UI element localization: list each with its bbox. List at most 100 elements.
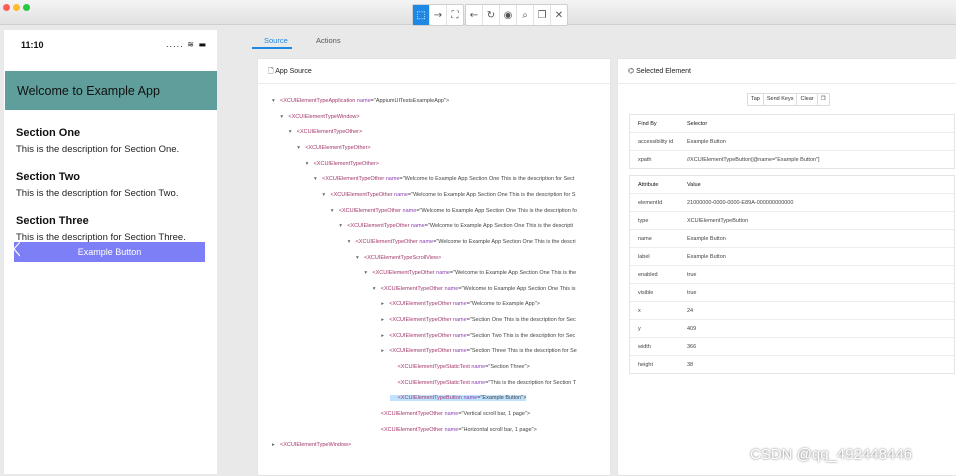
status-icons: ..... ≋ ▬ (165, 40, 207, 49)
node-attr-name: name (356, 98, 371, 104)
back-icon[interactable]: ← (466, 5, 483, 25)
device-screen: 11:10 ..... ≋ ▬ Welcome to Example App S… (4, 30, 217, 474)
watermark: CSDN @qq_492448446 (750, 446, 913, 463)
close-window-button[interactable] (3, 4, 10, 11)
cell-value: 21000000-0000-0000-E89A-000000000000 (687, 200, 794, 206)
source-tree-node[interactable]: ▸ <XCUIElementTypeOther name="Section One… (381, 317, 576, 323)
copy-icon[interactable]: ❐ (534, 5, 551, 25)
section-one-title[interactable]: Section One (16, 127, 80, 139)
node-attr-value: ="Welcome to Example App Section One Thi… (424, 223, 574, 230)
source-tree-node[interactable]: <XCUIElementTypeOther name="Horizontal s… (373, 427, 537, 433)
zoom-window-button[interactable] (23, 4, 30, 11)
refresh-icon[interactable]: ↻ (483, 5, 500, 25)
selection-marker-icon (14, 242, 20, 257)
source-tree-node[interactable]: ▾ <XCUIElementTypeOther name="Welcome to … (331, 208, 577, 214)
cell-key: height (638, 362, 653, 368)
copy-attributes-icon[interactable]: ❐ (818, 94, 829, 105)
tap-button[interactable]: Tap (748, 94, 764, 105)
chevron-right-icon[interactable]: ▸ (381, 348, 389, 354)
node-attr-value: ="Vertical scroll bar, 1 page"> (458, 411, 531, 417)
source-tree-node[interactable]: ▸ <XCUIElementTypeOther name="Welcome to … (381, 301, 540, 307)
cell-value: Example Button (687, 236, 726, 242)
tag-icon: ⌬ (628, 68, 637, 75)
cell-value: 38 (687, 362, 694, 368)
chevron-down-icon[interactable]: ▾ (348, 239, 356, 245)
chevron-right-icon[interactable]: ▸ (381, 301, 389, 307)
cell-value: Value (687, 182, 701, 188)
node-attr-value: ="Section Three"> (485, 364, 530, 371)
send-keys-button[interactable]: Send Keys (764, 94, 798, 105)
source-tree-node[interactable]: ▾ <XCUIElementTypeOther name="Welcome to … (348, 239, 576, 245)
app-source-title: 🗋 App Source (268, 68, 312, 75)
source-tree-node[interactable]: ▾ <XCUIElementTypeOther> (297, 145, 370, 151)
node-tag: <XCUIElementTypeOther (372, 270, 435, 277)
section-three-title[interactable]: Section Three (16, 215, 89, 227)
source-tree-node[interactable]: ▾ <XCUIElementTypeOther> (289, 129, 362, 135)
source-tree-node[interactable]: ▾ <XCUIElementTypeApplication name="Appiu… (272, 98, 449, 104)
table-row: width 366 (630, 338, 954, 356)
cell-key: x (638, 308, 641, 314)
cell-key: type (638, 218, 649, 224)
table-row: type XCUIElementTypeButton (630, 212, 954, 230)
close-icon[interactable]: ✕ (551, 5, 567, 25)
node-tag: <XCUIElementTypeOther> (305, 144, 371, 151)
tab-source[interactable]: Source (264, 36, 288, 45)
source-tree-node[interactable]: ▾ <XCUIElementTypeOther name="Welcome to … (314, 176, 574, 182)
select-icon[interactable]: ⬚ (413, 5, 430, 25)
chevron-down-icon[interactable]: ▾ (289, 129, 297, 135)
node-tag: <XCUIElementTypeStaticText (397, 379, 470, 386)
source-tree-node[interactable]: <XCUIElementTypeStaticText name="Section… (390, 364, 530, 370)
source-tree-node[interactable]: ▸ <XCUIElementTypeWindow> (272, 442, 351, 448)
chevron-down-icon[interactable]: ▾ (339, 223, 347, 229)
chevron-down-icon[interactable]: ▾ (306, 161, 314, 167)
node-attr-name: name (444, 426, 459, 433)
node-tag: <XCUIElementTypeButton (397, 395, 462, 402)
node-attr-value: ="Horizontal scroll bar, 1 page"> (458, 426, 537, 433)
minimize-window-button[interactable] (13, 4, 20, 11)
chevron-down-icon[interactable]: ▾ (297, 145, 305, 151)
node-tag: <XCUIElementTypeApplication (280, 98, 356, 104)
source-tree-node[interactable]: ▸ <XCUIElementTypeOther name="Section Two… (381, 333, 575, 339)
chevron-right-icon[interactable]: ▸ (381, 317, 389, 323)
node-tag: <XCUIElementTypeOther (330, 191, 393, 198)
source-tree-node[interactable]: <XCUIElementTypeStaticText name="This is… (390, 380, 577, 386)
table-row: name Example Button (630, 230, 954, 248)
table-row: label Example Button (630, 248, 954, 266)
source-tree-node[interactable]: ▾ <XCUIElementTypeOther name="Welcome to … (322, 192, 575, 198)
section-two-title[interactable]: Section Two (16, 171, 80, 183)
swipe-icon[interactable]: → (430, 5, 447, 25)
chevron-right-icon[interactable]: ▸ (381, 333, 389, 339)
source-tree-node[interactable]: ▸ <XCUIElementTypeOther name="Section Thr… (381, 348, 577, 354)
source-tree-node[interactable]: ▾ <XCUIElementTypeOther name="Welcome to … (373, 286, 576, 292)
clear-button[interactable]: Clear (797, 94, 818, 105)
tap-by-coordinates-icon[interactable]: ⛶ (447, 5, 463, 25)
element-actions: Tap Send Keys Clear ❐ (747, 93, 830, 106)
cell-value: 366 (687, 344, 697, 350)
source-tree-node[interactable]: <XCUIElementTypeOther name="Vertical scr… (373, 411, 530, 417)
section-two-description[interactable]: This is the description for Section Two. (16, 188, 178, 199)
source-tree-node[interactable]: ▾ <XCUIElementTypeOther name="Welcome to … (364, 270, 576, 276)
table-row: y 409 (630, 320, 954, 338)
tab-actions[interactable]: Actions (316, 36, 341, 45)
source-tree-node[interactable]: ▾ <XCUIElementTypeOther> (306, 161, 379, 167)
example-button[interactable]: Example Button (14, 242, 205, 262)
chevron-down-icon[interactable]: ▾ (331, 208, 339, 214)
window-titlebar: ⬚ → ⛶ ← ↻ ◉ ⌕ ❐ ✕ (0, 0, 956, 26)
source-tree-node[interactable]: <XCUIElementTypeButton name="Example But… (389, 395, 527, 402)
source-tree-node[interactable]: ▾ <XCUIElementTypeOther name="Welcome to … (339, 223, 573, 229)
chevron-down-icon[interactable]: ▾ (314, 176, 322, 182)
chevron-down-icon[interactable]: ▾ (272, 98, 280, 104)
source-tree-node[interactable]: ▾ <XCUIElementTypeScrollView> (356, 255, 441, 261)
node-attr-value: ="Example Button"> (477, 395, 527, 402)
chevron-down-icon[interactable]: ▾ (373, 286, 381, 292)
node-tag: <XCUIElementTypeScrollView> (364, 254, 442, 261)
chevron-down-icon[interactable]: ▾ (356, 255, 364, 261)
cell-value: true (687, 290, 697, 296)
chevron-right-icon[interactable]: ▸ (272, 442, 280, 448)
search-icon[interactable]: ⌕ (517, 5, 534, 25)
node-attr-value: ="Welcome to Example App Section One Thi… (416, 207, 577, 214)
eye-icon[interactable]: ◉ (500, 5, 517, 25)
node-attr-value: ="Welcome to Example App Section One Thi… (399, 176, 575, 183)
source-tree-node[interactable]: ▾ <XCUIElementTypeWindow> (280, 114, 359, 120)
section-one-description[interactable]: This is the description for Section One. (16, 144, 179, 155)
